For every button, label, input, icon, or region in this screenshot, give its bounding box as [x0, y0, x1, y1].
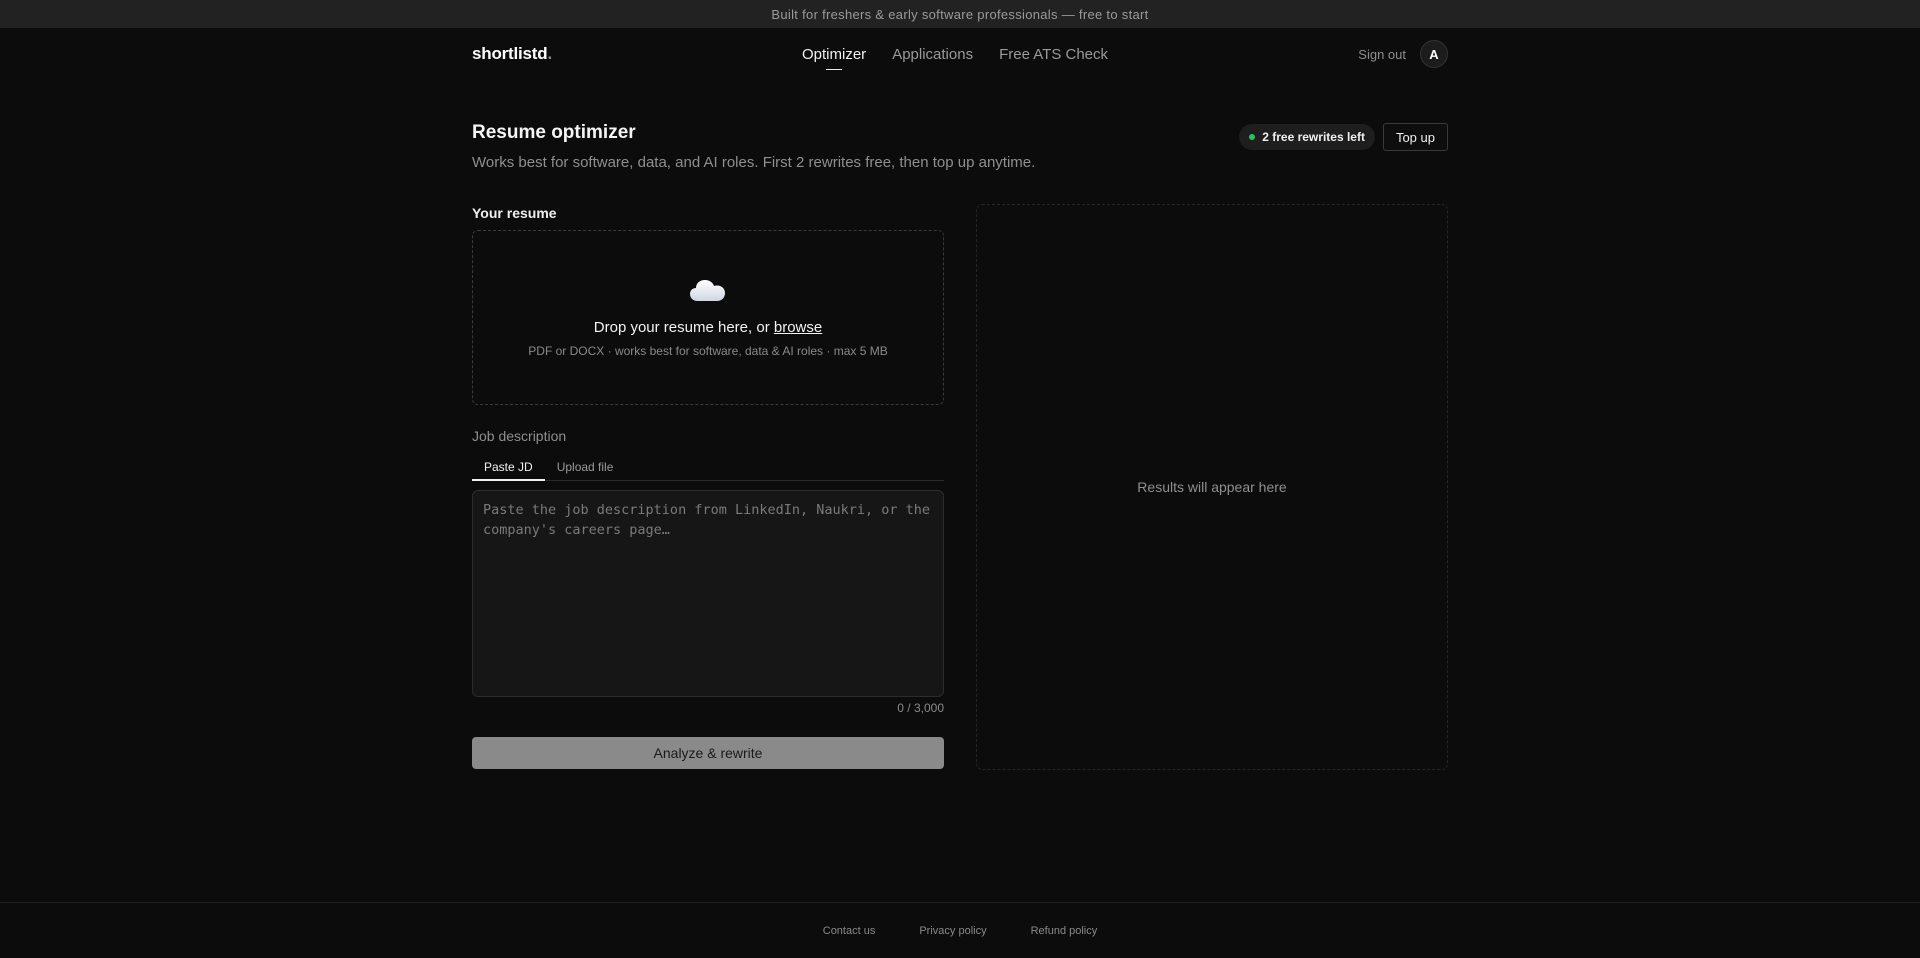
credits-area: 2 free rewrites left Top up	[1239, 123, 1448, 151]
nav-link-optimizer[interactable]: Optimizer	[802, 28, 866, 80]
top-up-button[interactable]: Top up	[1382, 123, 1448, 151]
nav-link-applications[interactable]: Applications	[892, 28, 973, 80]
nav-right: Sign out A	[1358, 40, 1448, 68]
banner-text: Built for freshers & early software prof…	[771, 6, 1149, 22]
tab-upload-file[interactable]: Upload file	[545, 453, 626, 480]
footer-link-privacy[interactable]: Privacy policy	[919, 925, 986, 937]
results-placeholder: Results will appear here	[1137, 479, 1287, 495]
footer: Contact us Privacy policy Refund policy	[0, 902, 1920, 958]
resume-label: Your resume	[472, 205, 557, 221]
drop-text-main: Drop your resume here, or	[593, 319, 774, 336]
credits-label: 2 free rewrites left	[1262, 130, 1365, 144]
jd-tabs: Paste JD Upload file	[472, 453, 944, 481]
footer-link-refund[interactable]: Refund policy	[1031, 925, 1098, 937]
status-dot-icon	[1249, 134, 1256, 140]
page-header: Resume optimizer Works best for software…	[472, 122, 1448, 171]
avatar[interactable]: A	[1420, 40, 1448, 68]
logo-text: shortlistd	[472, 44, 548, 63]
results-panel: Results will appear here	[976, 204, 1448, 770]
drop-text: Drop your resume here, or browse	[594, 319, 822, 336]
job-description-label: Job description	[472, 428, 567, 444]
nav-link-free-ats-check[interactable]: Free ATS Check	[999, 28, 1108, 80]
drop-hint: PDF or DOCX · works best for software, d…	[528, 344, 888, 358]
credits-badge: 2 free rewrites left	[1239, 124, 1375, 150]
browse-link[interactable]: browse	[774, 319, 822, 336]
logo[interactable]: shortlistd.	[472, 44, 552, 64]
page-subtitle: Works best for software, data, and AI ro…	[472, 154, 1036, 171]
top-banner: Built for freshers & early software prof…	[0, 0, 1920, 28]
job-description-input[interactable]	[472, 490, 944, 697]
footer-link-contact[interactable]: Contact us	[823, 925, 876, 937]
input-column: Your resume Drop your resume here, or br…	[472, 205, 944, 769]
resume-dropzone[interactable]: Drop your resume here, or browse PDF or …	[472, 230, 944, 405]
cloud-icon	[690, 280, 725, 301]
logo-dot: .	[547, 44, 552, 63]
top-nav: shortlistd. Optimizer Applications Free …	[472, 28, 1448, 80]
nav-links: Optimizer Applications Free ATS Check	[802, 28, 1108, 80]
analyze-rewrite-button[interactable]: Analyze & rewrite	[472, 737, 944, 769]
char-count: 0 / 3,000	[897, 701, 944, 715]
sign-out-link[interactable]: Sign out	[1358, 47, 1406, 62]
tab-paste-jd[interactable]: Paste JD	[472, 453, 545, 481]
